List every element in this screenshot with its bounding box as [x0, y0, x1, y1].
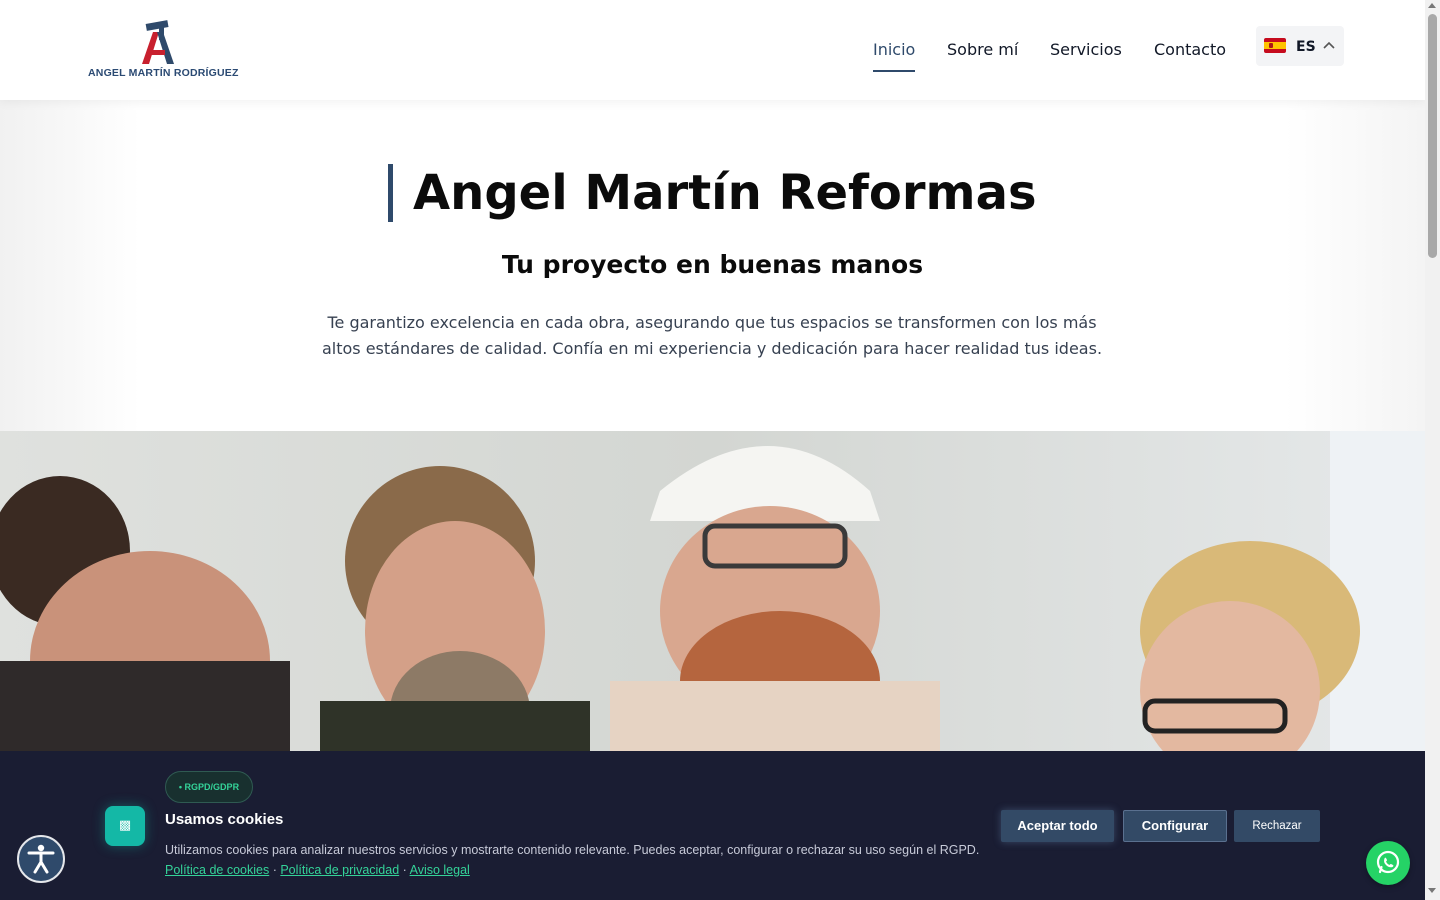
accessibility-button[interactable] [17, 835, 65, 883]
photo-illustration [0, 431, 1425, 751]
cookie-text: Utilizamos cookies para analizar nuestro… [165, 843, 980, 857]
scroll-up-arrow-icon[interactable] [1428, 3, 1436, 8]
page-title: Angel Martín Reformas [388, 164, 1037, 222]
logo-text: ANGEL MARTÍN RODRÍGUEZ [88, 67, 239, 79]
nav-item-inicio[interactable]: Inicio [873, 40, 915, 59]
gdpr-badge: • RGPD/GDPR [165, 771, 253, 803]
configure-button[interactable]: Configurar [1123, 810, 1227, 842]
site-header: ANGEL MARTÍN RODRÍGUEZ Inicio Sobre mí S… [0, 0, 1425, 100]
link-separator: · [269, 863, 281, 877]
cookie-links: Política de cookies · Política de privac… [165, 863, 470, 877]
cookie-banner: • RGPD/GDPR ▩ Usamos cookies Utilizamos … [0, 751, 1425, 900]
nav-item-sobre-mi[interactable]: Sobre mí [947, 40, 1018, 59]
active-nav-indicator [873, 70, 915, 72]
hammer-a-logo-icon [142, 20, 174, 64]
legal-notice-link[interactable]: Aviso legal [410, 863, 470, 877]
nav-item-contacto[interactable]: Contacto [1154, 40, 1226, 59]
scrollbar-thumb[interactable] [1428, 14, 1437, 258]
scroll-down-arrow-icon[interactable] [1428, 888, 1436, 893]
language-selector[interactable]: ES [1256, 26, 1344, 66]
link-separator: · [399, 863, 410, 877]
hero-description: Te garantizo excelencia en cada obra, as… [321, 313, 1103, 358]
page-scrollbar[interactable] [1425, 0, 1440, 900]
site-logo[interactable]: ANGEL MARTÍN RODRÍGUEZ [88, 18, 238, 82]
privacy-policy-link[interactable]: Política de privacidad [280, 863, 399, 877]
whatsapp-icon [1376, 850, 1400, 874]
spain-flag-icon [1264, 38, 1286, 53]
hero-subtitle: Tu proyecto en buenas manos [501, 250, 924, 279]
whatsapp-button[interactable] [1366, 841, 1410, 885]
language-code: ES [1296, 39, 1316, 55]
cookie-policy-link[interactable]: Política de cookies [165, 863, 269, 877]
chevron-up-icon [1323, 41, 1335, 49]
cookie-icon: ▩ [105, 806, 145, 846]
team-construction-photo [0, 431, 1425, 751]
accessibility-icon [27, 844, 55, 874]
reject-button[interactable]: Rechazar [1234, 810, 1320, 842]
cookie-title: Usamos cookies [165, 811, 284, 828]
accept-all-button[interactable]: Aceptar todo [1001, 810, 1114, 842]
nav-item-servicios[interactable]: Servicios [1050, 40, 1122, 59]
